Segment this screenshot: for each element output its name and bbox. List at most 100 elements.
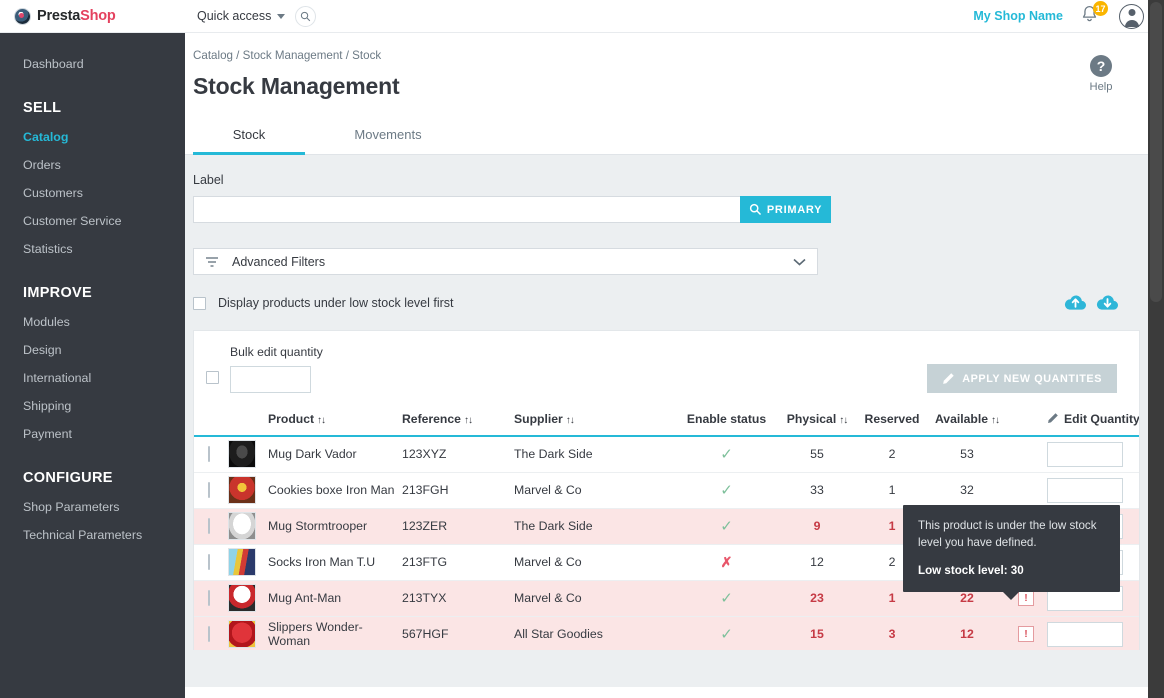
stock-table-head: Product↑↓ Reference↑↓ Supplier↑↓ Enable … xyxy=(194,405,1140,436)
row-supplier: Marvel & Co xyxy=(514,472,674,508)
header-search-button[interactable] xyxy=(295,6,316,27)
row-supplier: Marvel & Co xyxy=(514,544,674,580)
table-row: Cookies boxe Iron Man213FGHMarvel & Co✓3… xyxy=(194,472,1140,508)
row-supplier: Marvel & Co xyxy=(514,580,674,616)
export-import-actions xyxy=(1064,293,1119,312)
header-reference[interactable]: Reference↑↓ xyxy=(402,405,514,436)
search-submit-button[interactable]: PRIMARY xyxy=(740,196,831,223)
apply-new-quantities-label: APPLY NEW QUANTITES xyxy=(962,373,1102,385)
cloud-upload-icon[interactable] xyxy=(1064,293,1087,312)
top-bar: PrestaShop Quick access My Shop Name 17 xyxy=(0,0,1164,33)
header-reserved: Reserved xyxy=(855,405,929,436)
low-stock-label: Display products under low stock level f… xyxy=(218,296,454,310)
row-available: 32 xyxy=(929,472,1005,508)
row-supplier: All Star Goodies xyxy=(514,616,674,650)
table-row: Mug Dark Vador123XYZThe Dark Side✓55253 xyxy=(194,436,1140,472)
page-scrollbar[interactable] xyxy=(1148,0,1164,698)
product-thumbnail xyxy=(228,440,256,468)
low-stock-tooltip: This product is under the low stock leve… xyxy=(903,505,1120,592)
select-all-checkbox[interactable] xyxy=(206,371,219,384)
row-checkbox[interactable] xyxy=(208,554,210,570)
header-reference-label: Reference xyxy=(402,412,461,426)
header-available[interactable]: Available↑↓ xyxy=(929,405,1005,436)
row-enable-status[interactable]: ✓ xyxy=(674,508,779,544)
sidebar-item-dashboard[interactable]: Dashboard xyxy=(0,50,185,78)
row-checkbox-cell xyxy=(194,436,228,472)
quick-access-menu[interactable]: Quick access xyxy=(197,9,285,23)
row-checkbox-cell xyxy=(194,472,228,508)
header-edit-quantity: Edit Quantity xyxy=(1047,405,1140,436)
row-product-name: Cookies boxe Iron Man xyxy=(268,472,402,508)
row-enable-status[interactable]: ✓ xyxy=(674,436,779,472)
row-checkbox[interactable] xyxy=(208,482,210,498)
avatar[interactable] xyxy=(1119,4,1144,29)
breadcrumb: Catalog / Stock Management / Stock xyxy=(185,43,1148,62)
table-row: Slippers Wonder-Woman567HGFAll Star Good… xyxy=(194,616,1140,650)
advanced-filters-toggle[interactable]: Advanced Filters xyxy=(193,248,818,275)
row-enable-status[interactable]: ✓ xyxy=(674,616,779,650)
search-input[interactable] xyxy=(193,196,740,223)
row-reserved: 1 xyxy=(855,472,929,508)
header-product[interactable]: Product↑↓ xyxy=(268,405,402,436)
sidebar-item-international[interactable]: International xyxy=(0,364,185,392)
row-warning-cell xyxy=(1005,472,1047,508)
header-supplier[interactable]: Supplier↑↓ xyxy=(514,405,674,436)
help-button[interactable]: ? Help xyxy=(1078,55,1124,93)
tab-stock[interactable]: Stock xyxy=(193,116,305,155)
cloud-download-icon[interactable] xyxy=(1096,293,1119,312)
brand-name: PrestaShop xyxy=(37,8,116,24)
tab-movements[interactable]: Movements xyxy=(332,116,444,155)
row-warning-cell: ! xyxy=(1005,616,1047,650)
row-checkbox-cell xyxy=(194,508,228,544)
apply-new-quantities-button[interactable]: APPLY NEW QUANTITES xyxy=(927,364,1117,393)
help-label: Help xyxy=(1078,81,1124,93)
sidebar-item-design[interactable]: Design xyxy=(0,336,185,364)
check-icon: ✓ xyxy=(720,446,733,463)
row-checkbox[interactable] xyxy=(208,626,210,642)
row-checkbox[interactable] xyxy=(208,590,210,606)
sidebar-item-customers[interactable]: Customers xyxy=(0,179,185,207)
row-enable-status[interactable]: ✓ xyxy=(674,580,779,616)
sidebar-item-shop-parameters[interactable]: Shop Parameters xyxy=(0,493,185,521)
sort-arrows-icon: ↑↓ xyxy=(991,415,999,426)
bulk-edit-quantity-input[interactable] xyxy=(230,366,311,393)
shop-name-link[interactable]: My Shop Name xyxy=(973,9,1063,23)
row-edit-quantity-cell xyxy=(1047,472,1140,508)
low-stock-warning-icon[interactable]: ! xyxy=(1018,626,1034,642)
row-checkbox-cell xyxy=(194,544,228,580)
low-stock-checkbox[interactable] xyxy=(193,297,206,310)
table-header-row: Product↑↓ Reference↑↓ Supplier↑↓ Enable … xyxy=(194,405,1140,436)
row-enable-status[interactable]: ✗ xyxy=(674,544,779,580)
row-enable-status[interactable]: ✓ xyxy=(674,472,779,508)
sidebar-item-modules[interactable]: Modules xyxy=(0,308,185,336)
row-checkbox-cell xyxy=(194,580,228,616)
sort-arrows-icon: ↑↓ xyxy=(317,415,325,426)
row-checkbox[interactable] xyxy=(208,518,210,534)
row-quantity-input[interactable] xyxy=(1047,622,1123,647)
header-physical[interactable]: Physical↑↓ xyxy=(779,405,855,436)
sidebar-item-statistics[interactable]: Statistics xyxy=(0,235,185,263)
row-physical: 33 xyxy=(779,472,855,508)
header-thumbnail xyxy=(228,405,268,436)
scrollbar-thumb[interactable] xyxy=(1150,2,1162,302)
row-edit-quantity-cell xyxy=(1047,616,1140,650)
sidebar-item-payment[interactable]: Payment xyxy=(0,420,185,448)
row-product-name: Mug Stormtrooper xyxy=(268,508,402,544)
notifications-button[interactable]: 17 xyxy=(1079,4,1103,28)
row-quantity-input[interactable] xyxy=(1047,442,1123,467)
sidebar-item-shipping[interactable]: Shipping xyxy=(0,392,185,420)
sidebar-item-catalog[interactable]: Catalog xyxy=(0,123,185,151)
row-quantity-input[interactable] xyxy=(1047,478,1123,503)
sidebar-item-technical-parameters[interactable]: Technical Parameters xyxy=(0,521,185,549)
header-enable-status: Enable status xyxy=(674,405,779,436)
row-physical: 12 xyxy=(779,544,855,580)
product-thumbnail xyxy=(228,512,256,540)
brand-logo-area[interactable]: PrestaShop xyxy=(0,0,185,33)
row-reference: 567HGF xyxy=(402,616,514,650)
low-stock-warning-icon[interactable]: ! xyxy=(1018,590,1034,606)
sidebar-item-orders[interactable]: Orders xyxy=(0,151,185,179)
row-checkbox[interactable] xyxy=(208,446,210,462)
header-checkbox xyxy=(194,405,228,436)
pencil-icon xyxy=(942,372,955,385)
sidebar-item-customer-service[interactable]: Customer Service xyxy=(0,207,185,235)
